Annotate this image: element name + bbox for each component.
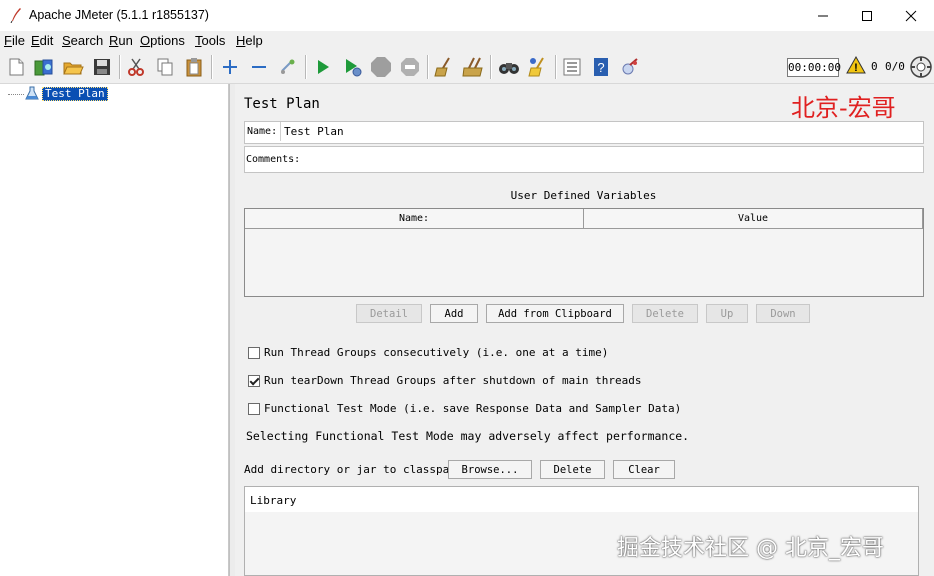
paste-icon[interactable]: [182, 55, 206, 79]
tree-panel: [0, 84, 229, 576]
library-column-header[interactable]: Library: [245, 487, 918, 512]
clear-icon[interactable]: [432, 55, 456, 79]
test-plan-icon: [25, 85, 39, 104]
comments-field[interactable]: [300, 147, 921, 170]
open-icon[interactable]: [61, 55, 85, 79]
cut-icon[interactable]: [124, 55, 148, 79]
maximize-icon[interactable]: [844, 0, 890, 31]
menu-bar: File Edit Search Run Options Tools Help: [0, 31, 934, 51]
jmeter-feather-icon: [9, 7, 23, 24]
function-helper-icon[interactable]: [560, 55, 584, 79]
consecutive-checkbox[interactable]: [248, 346, 260, 359]
expand-icon[interactable]: [218, 55, 242, 79]
toggle-icon[interactable]: [276, 55, 300, 79]
comments-label: Comments:: [246, 154, 301, 165]
thread-count: 0/0: [885, 60, 905, 73]
minimize-icon[interactable]: [800, 0, 846, 31]
remote-status-icon[interactable]: [910, 56, 932, 82]
title-bar: Apache JMeter (5.1.1 r1855137): [0, 0, 934, 31]
templates-icon[interactable]: [32, 55, 56, 79]
toolbar-separator: [555, 55, 557, 79]
browse-button[interactable]: Browse...: [448, 460, 532, 479]
down-button[interactable]: Down: [756, 304, 810, 323]
functional-mode-checkbox-row[interactable]: Functional Test Mode (i.e. save Response…: [248, 402, 681, 415]
start-icon[interactable]: [311, 55, 335, 79]
start-no-pause-icon[interactable]: [340, 55, 364, 79]
add-from-clipboard-button[interactable]: Add from Clipboard: [486, 304, 624, 323]
menu-options[interactable]: Options: [140, 33, 185, 48]
udv-column-value[interactable]: Value: [584, 209, 923, 229]
udv-column-name[interactable]: Name:: [245, 209, 584, 229]
help-icon[interactable]: ?: [589, 55, 613, 79]
name-field[interactable]: Test Plan: [280, 122, 921, 141]
name-field-value: Test Plan: [284, 125, 344, 138]
menu-file[interactable]: File: [4, 33, 25, 48]
up-button[interactable]: Up: [706, 304, 748, 323]
toolbar-separator: [305, 55, 307, 79]
consecutive-checkbox-label: Run Thread Groups consecutively (i.e. on…: [264, 346, 609, 359]
classpath-clear-button[interactable]: Clear: [613, 460, 675, 479]
warning-count: 0: [871, 60, 878, 73]
watermark-top: 北京-宏哥: [791, 94, 896, 122]
menu-edit[interactable]: Edit: [31, 33, 53, 48]
toolbar-separator: [490, 55, 492, 79]
teardown-checkbox-label: Run tearDown Thread Groups after shutdow…: [264, 374, 642, 387]
svg-text:?: ?: [597, 60, 604, 75]
teardown-checkbox[interactable]: [248, 374, 260, 387]
new-icon[interactable]: [4, 55, 28, 79]
svg-text:!: !: [854, 62, 858, 74]
toolbar-separator: [119, 55, 121, 79]
functional-mode-note: Selecting Functional Test Mode may adver…: [246, 429, 690, 443]
consecutive-checkbox-row[interactable]: Run Thread Groups consecutively (i.e. on…: [248, 346, 608, 359]
warning-icon[interactable]: !: [846, 55, 866, 78]
split-pane-divider[interactable]: [229, 84, 235, 576]
tree-node-test-plan[interactable]: Test Plan: [25, 85, 108, 104]
reset-search-icon[interactable]: [526, 55, 550, 79]
teardown-checkbox-row[interactable]: Run tearDown Thread Groups after shutdow…: [248, 374, 642, 387]
menu-tools[interactable]: Tools: [195, 33, 225, 48]
udv-table[interactable]: Name: Value: [244, 208, 924, 297]
menu-search[interactable]: Search: [62, 33, 103, 48]
remote-icon[interactable]: [618, 55, 642, 79]
toolbar-separator: [427, 55, 429, 79]
collapse-icon[interactable]: [247, 55, 271, 79]
name-label: Name:: [247, 126, 278, 137]
panel-title: Test Plan: [244, 96, 320, 112]
tree-node-label: Test Plan: [42, 87, 108, 101]
classpath-label: Add directory or jar to classpath: [244, 463, 463, 476]
shutdown-icon[interactable]: [398, 55, 422, 79]
watermark-bottom: 掘金技术社区 @ 北京_宏哥: [617, 536, 884, 561]
menu-run[interactable]: Run: [109, 33, 133, 48]
toolbar-separator: [211, 55, 213, 79]
toolbar: ? 00:00:00 ! 0 0/0: [0, 51, 934, 84]
functional-mode-checkbox[interactable]: [248, 402, 260, 415]
menu-help[interactable]: Help: [236, 33, 263, 48]
search-icon[interactable]: [497, 55, 521, 79]
classpath-delete-button[interactable]: Delete: [540, 460, 605, 479]
tree-connector: [8, 94, 24, 95]
functional-mode-checkbox-label: Functional Test Mode (i.e. save Response…: [264, 402, 682, 415]
elapsed-timer: 00:00:00: [787, 58, 841, 77]
window-title: Apache JMeter (5.1.1 r1855137): [29, 8, 209, 22]
copy-icon[interactable]: [153, 55, 177, 79]
clear-all-icon[interactable]: [461, 55, 485, 79]
close-icon[interactable]: [888, 0, 934, 31]
add-button[interactable]: Add: [430, 304, 478, 323]
detail-button[interactable]: Detail: [356, 304, 422, 323]
save-icon[interactable]: [90, 55, 114, 79]
stop-icon[interactable]: [369, 55, 393, 79]
delete-row-button[interactable]: Delete: [632, 304, 698, 323]
udv-title: User Defined Variables: [510, 189, 657, 202]
